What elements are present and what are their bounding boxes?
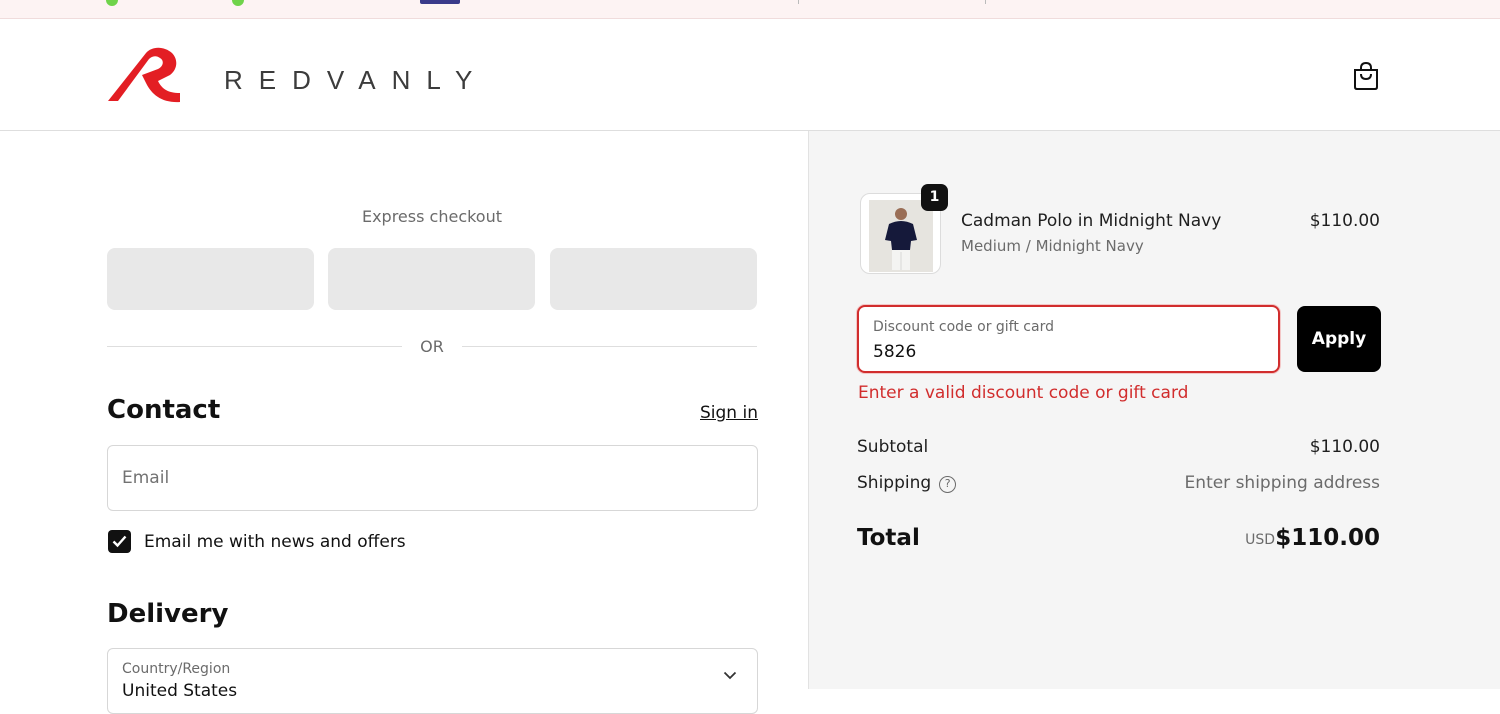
apply-discount-button[interactable]: Apply [1297,306,1381,372]
strip-divider [985,0,986,4]
chevron-down-icon [723,671,737,680]
brand-wordmark[interactable]: REDVANLY [224,65,488,96]
strip-mark [420,0,460,4]
express-pay-button[interactable] [550,248,757,310]
discount-label: Discount code or gift card [873,319,1054,335]
newsletter-checkbox[interactable] [108,530,131,553]
browser-top-strip [0,0,1500,19]
order-summary-panel: 1 Cadman Polo in Midnight Navy Medium / … [808,131,1500,689]
discount-field[interactable]: Discount code or gift card [857,305,1280,373]
strip-divider [798,0,799,4]
product-variant: Medium / Midnight Navy [961,237,1144,255]
country-label: Country/Region [122,661,231,677]
brand-logo-icon[interactable] [106,47,182,103]
email-input[interactable] [122,446,722,510]
email-field[interactable] [107,445,758,511]
subtotal-value: $110.00 [1309,437,1380,457]
checkout-form-panel: Express checkout OR Contact Sign in Emai… [0,131,808,714]
shopping-bag-icon[interactable] [1352,61,1380,91]
product-name: Cadman Polo in Midnight Navy [961,211,1222,231]
contact-heading: Contact [107,395,221,425]
shipping-value: Enter shipping address [1184,473,1380,493]
status-dot [106,0,118,6]
shipping-label: Shipping [857,473,932,493]
shipping-row-label: Shipping? [857,473,957,493]
sign-in-link[interactable]: Sign in [700,403,758,423]
discount-error-message: Enter a valid discount code or gift card [858,383,1189,403]
express-checkout-title: Express checkout [361,207,503,226]
site-header: REDVANLY [0,19,1500,131]
express-pay-button[interactable] [328,248,535,310]
country-value: United States [122,681,238,701]
status-dot [232,0,244,6]
help-icon[interactable]: ? [939,476,957,493]
or-divider: OR [107,336,757,356]
product-price: $110.00 [1309,211,1380,231]
total-label: Total [857,525,920,551]
discount-input[interactable] [873,340,1253,364]
checkmark-icon [112,535,127,548]
subtotal-label: Subtotal [857,437,929,457]
divider-line [462,346,757,347]
total-currency: USD [1245,532,1275,548]
country-select[interactable]: Country/Region United States [107,648,758,714]
quantity-badge: 1 [921,184,948,211]
total-value: $110.00 [1275,525,1380,551]
express-pay-button[interactable] [107,248,314,310]
delivery-heading: Delivery [107,599,229,629]
newsletter-label: Email me with news and offers [144,532,406,552]
